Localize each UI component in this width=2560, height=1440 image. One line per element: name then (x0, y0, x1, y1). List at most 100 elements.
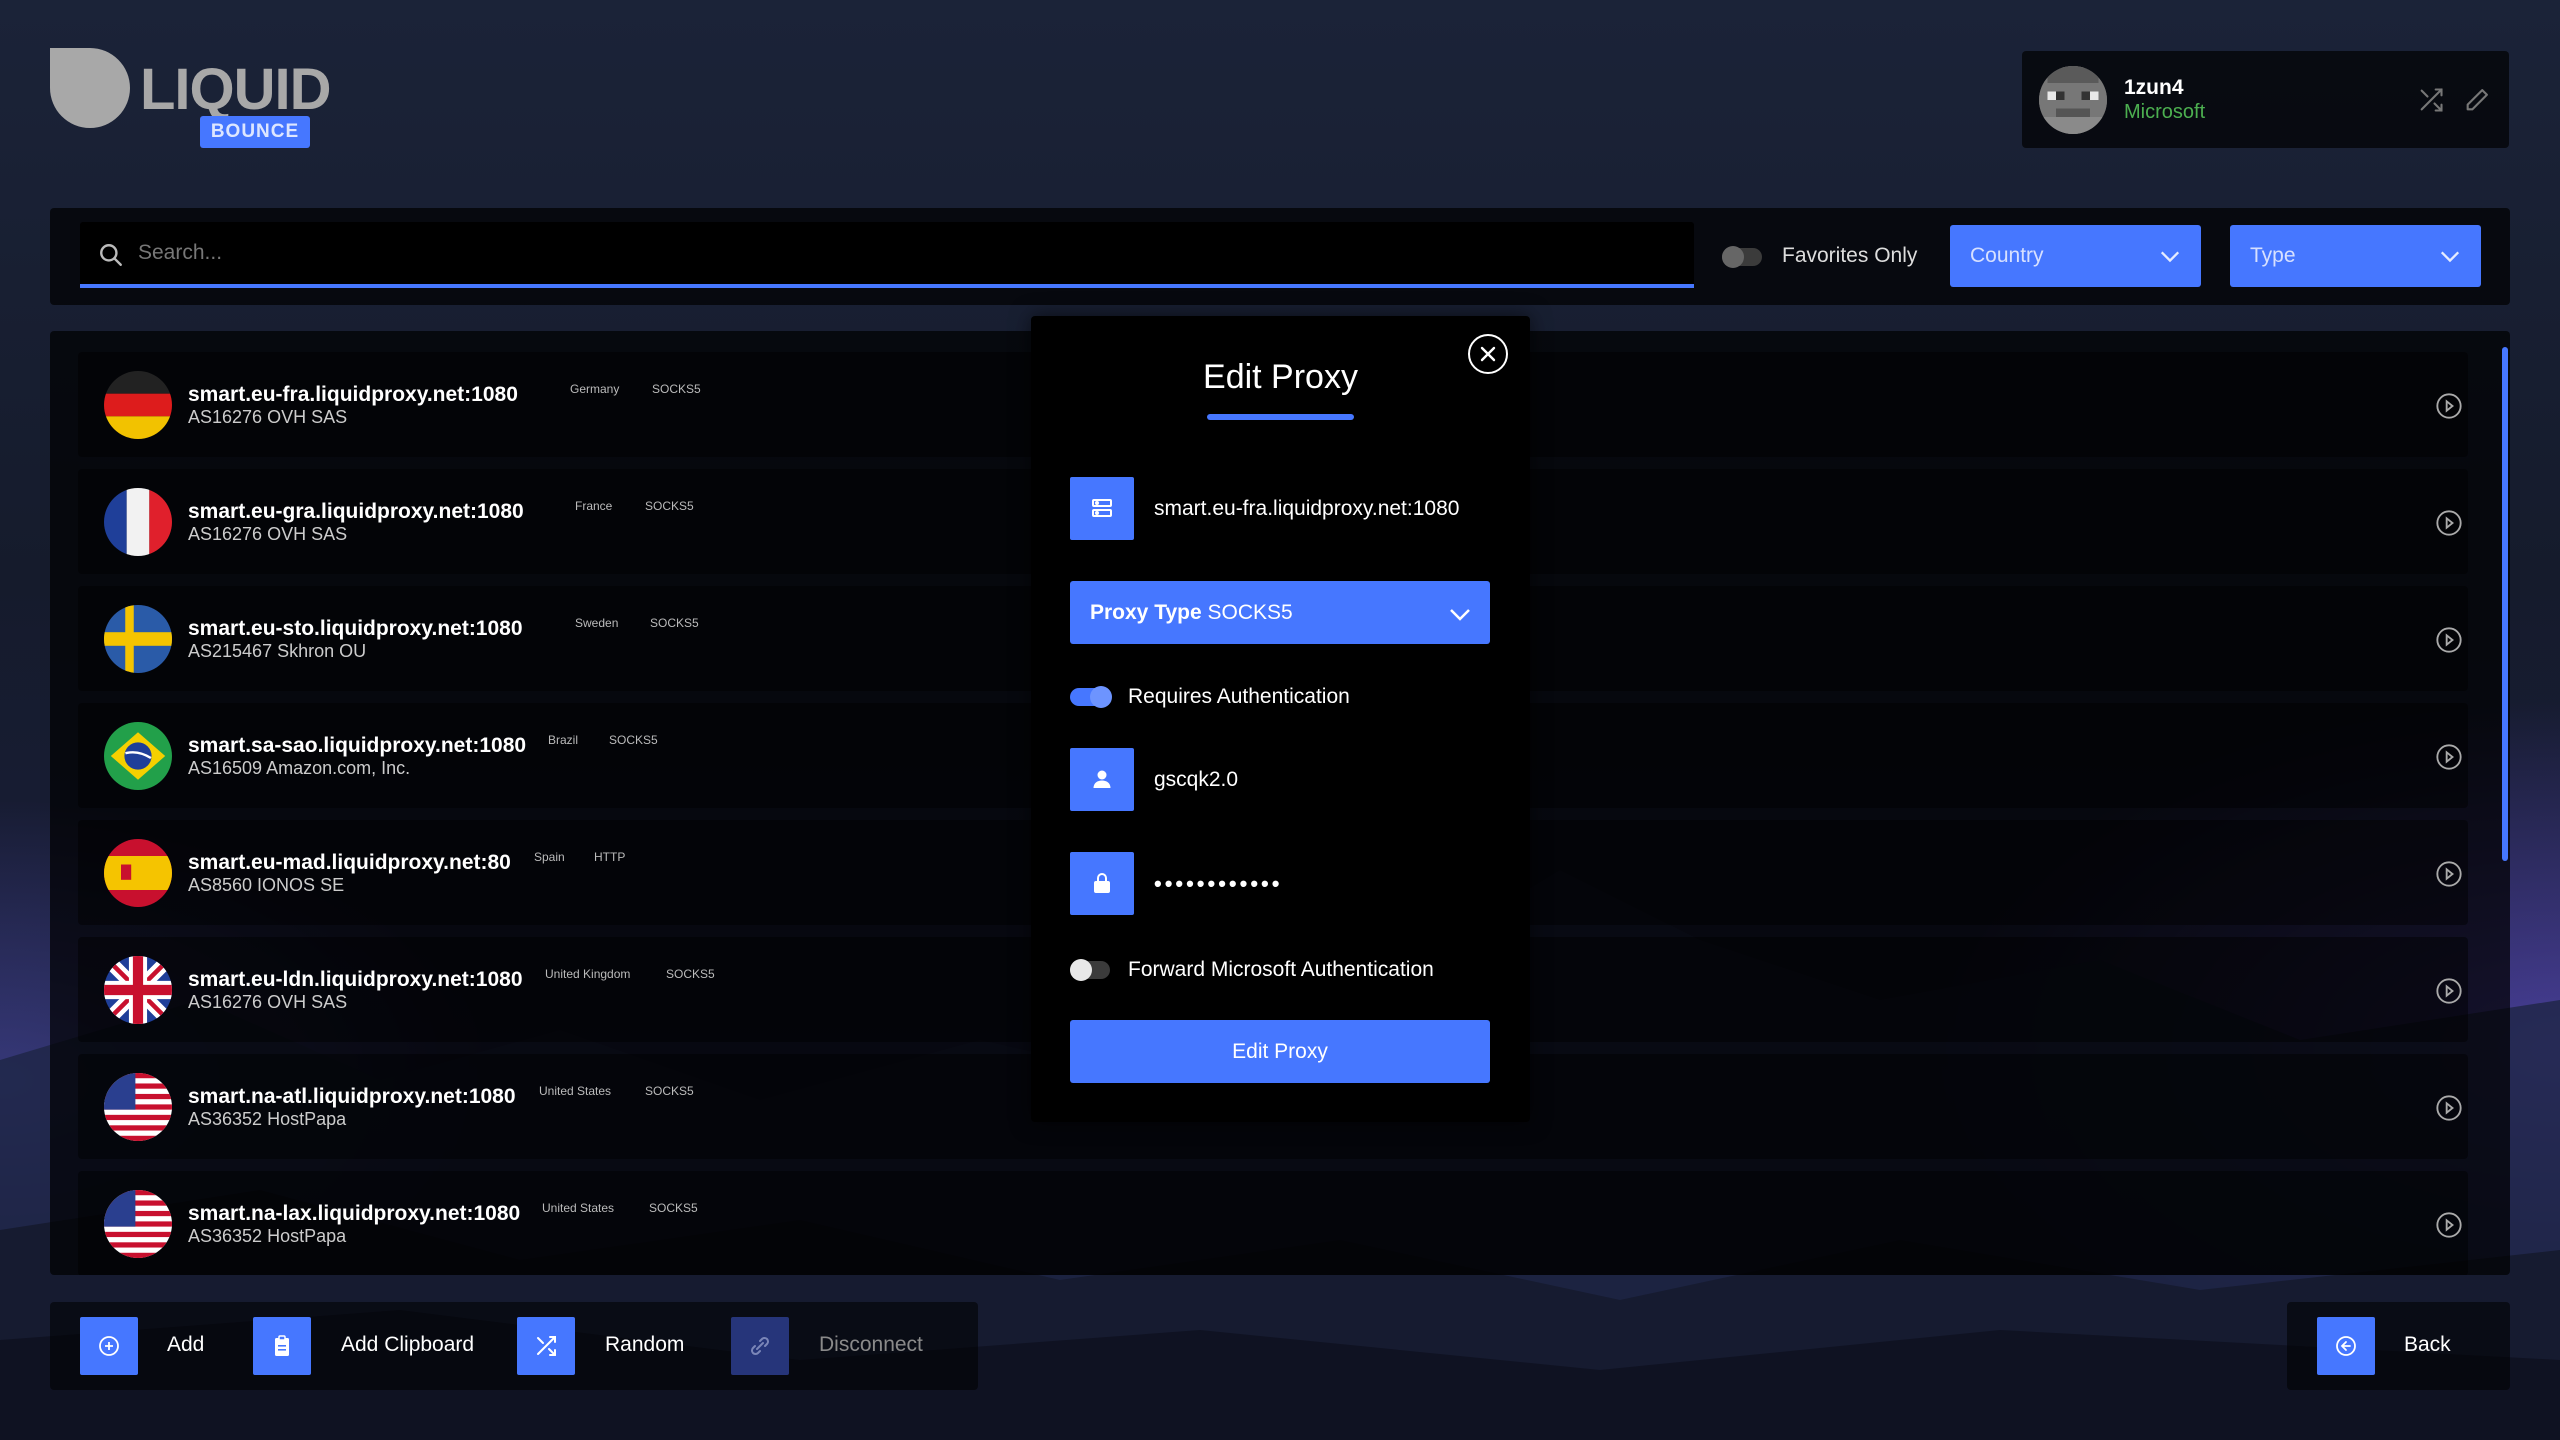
proxy-country: Brazil (548, 733, 579, 747)
connect-play-icon[interactable] (2435, 392, 2463, 420)
account-panel: 1zun4 Microsoft (2022, 51, 2509, 148)
proxy-type: SOCKS5 (645, 499, 694, 513)
proxy-country: United Kingdom (545, 967, 631, 981)
close-icon (1480, 346, 1496, 362)
proxy-country: France (575, 499, 613, 513)
proxy-type-value: SOCKS5 (1207, 601, 1293, 624)
logo-badge: BOUNCE (200, 116, 310, 148)
proxy-row[interactable]: smart.na-lax.liquidproxy.net:1080 AS3635… (78, 1171, 2468, 1275)
proxy-host: smart.eu-fra.liquidproxy.net:1080 (188, 383, 518, 406)
server-icon (1070, 477, 1134, 540)
connect-play-icon[interactable] (2435, 509, 2463, 537)
type-dropdown[interactable]: Type (2230, 225, 2481, 287)
disconnect-button[interactable] (731, 1317, 789, 1375)
proxy-country: Sweden (575, 616, 619, 630)
app-logo: LIQUID BOUNCE (50, 48, 332, 153)
random-button[interactable] (517, 1317, 575, 1375)
type-dropdown-label: Type (2250, 244, 2296, 267)
proxy-asn: AS16276 OVH SAS (188, 407, 348, 427)
back-label[interactable]: Back (2404, 1333, 2451, 1357)
connect-play-icon[interactable] (2435, 860, 2463, 888)
password-field: •••••••••••• (1070, 852, 1490, 915)
add-button[interactable] (80, 1317, 138, 1375)
title-underline (1207, 414, 1354, 420)
proxy-type-label: Proxy Type (1090, 601, 1202, 624)
proxy-country: Spain (534, 850, 565, 864)
proxy-type: SOCKS5 (652, 382, 701, 396)
account-username: 1zun4 (2124, 76, 2184, 99)
add-label[interactable]: Add (167, 1333, 204, 1357)
close-button[interactable] (1468, 334, 1508, 374)
plus-circle-icon (99, 1336, 119, 1356)
avatar (2039, 66, 2107, 134)
username-input[interactable] (1154, 748, 1484, 811)
search-icon (100, 244, 122, 266)
proxy-type: HTTP (594, 850, 626, 864)
chevron-down-icon (2160, 251, 2180, 263)
proxy-type: SOCKS5 (650, 616, 699, 630)
connect-play-icon[interactable] (2435, 1211, 2463, 1239)
requires-auth-label: Requires Authentication (1128, 685, 1350, 708)
account-type: Microsoft (2124, 101, 2206, 123)
lock-icon (1070, 852, 1134, 915)
shuffle-icon[interactable] (2417, 86, 2445, 114)
country-dropdown[interactable]: Country (1950, 225, 2201, 287)
connect-play-icon[interactable] (2435, 743, 2463, 771)
edit-pencil-icon[interactable] (2463, 86, 2491, 114)
favorites-label: Favorites Only (1782, 244, 1918, 267)
flag-usa-icon (104, 1190, 172, 1258)
password-input[interactable]: •••••••••••• (1154, 852, 1484, 915)
flag-uk-icon (104, 956, 172, 1024)
logo-text: LIQUID (140, 57, 332, 122)
edit-proxy-modal: Edit Proxy Proxy Type SOCKS5 Requires Au… (1031, 316, 1530, 1122)
proxy-asn: AS36352 HostPapa (188, 1109, 347, 1129)
proxy-type: SOCKS5 (649, 1201, 698, 1215)
connect-play-icon[interactable] (2435, 1094, 2463, 1122)
chevron-down-icon (1450, 609, 1470, 621)
disconnect-label[interactable]: Disconnect (819, 1333, 923, 1357)
proxy-asn: AS36352 HostPapa (188, 1226, 347, 1246)
chevron-down-icon (2440, 251, 2460, 263)
proxy-type-select[interactable]: Proxy Type SOCKS5 (1070, 581, 1490, 644)
country-dropdown-label: Country (1970, 244, 2044, 267)
host-input[interactable] (1154, 477, 1484, 540)
connect-play-icon[interactable] (2435, 977, 2463, 1005)
edit-proxy-button[interactable]: Edit Proxy (1070, 1020, 1490, 1083)
back-bar: Back (2287, 1302, 2510, 1390)
favorites-toggle-knob[interactable] (1722, 246, 1744, 268)
requires-auth-toggle-knob[interactable] (1090, 686, 1112, 708)
search-input[interactable] (138, 222, 1638, 284)
filter-bar: Favorites Only Country Type (50, 208, 2510, 305)
proxy-asn: AS16276 OVH SAS (188, 992, 348, 1012)
proxy-country: Germany (570, 382, 620, 396)
add-clipboard-button[interactable] (253, 1317, 311, 1375)
forward-ms-auth-label: Forward Microsoft Authentication (1128, 958, 1434, 981)
proxy-host: smart.eu-sto.liquidproxy.net:1080 (188, 617, 523, 640)
add-clipboard-label[interactable]: Add Clipboard (341, 1333, 474, 1357)
forward-ms-auth-toggle-knob[interactable] (1070, 959, 1092, 981)
connect-play-icon[interactable] (2435, 626, 2463, 654)
clipboard-icon (275, 1335, 289, 1356)
back-button[interactable] (2317, 1317, 2375, 1375)
modal-title: Edit Proxy (1203, 358, 1358, 396)
proxy-host: smart.eu-mad.liquidproxy.net:80 (188, 851, 511, 874)
list-scrollbar[interactable] (2502, 347, 2508, 861)
flag-usa-icon (104, 1073, 172, 1141)
random-label[interactable]: Random (605, 1333, 684, 1357)
proxy-asn: AS16276 OVH SAS (188, 524, 348, 544)
proxy-host: smart.na-atl.liquidproxy.net:1080 (188, 1085, 516, 1108)
flag-france-icon (104, 488, 172, 556)
proxy-host: smart.na-lax.liquidproxy.net:1080 (188, 1202, 521, 1225)
flag-spain-icon (104, 839, 172, 907)
proxy-asn: AS8560 IONOS SE (188, 875, 345, 895)
unlink-icon (750, 1336, 770, 1356)
flag-sweden-icon (104, 605, 172, 673)
proxy-host: smart.sa-sao.liquidproxy.net:1080 (188, 734, 527, 757)
bottom-action-bar: Add Add Clipboard Random Disconnect (50, 1302, 978, 1390)
logo-mark (50, 48, 130, 128)
proxy-type: SOCKS5 (645, 1084, 694, 1098)
flag-germany-icon (104, 371, 172, 439)
proxy-type: SOCKS5 (666, 967, 715, 981)
flag-brazil-icon (104, 722, 172, 790)
proxy-type: SOCKS5 (609, 733, 658, 747)
